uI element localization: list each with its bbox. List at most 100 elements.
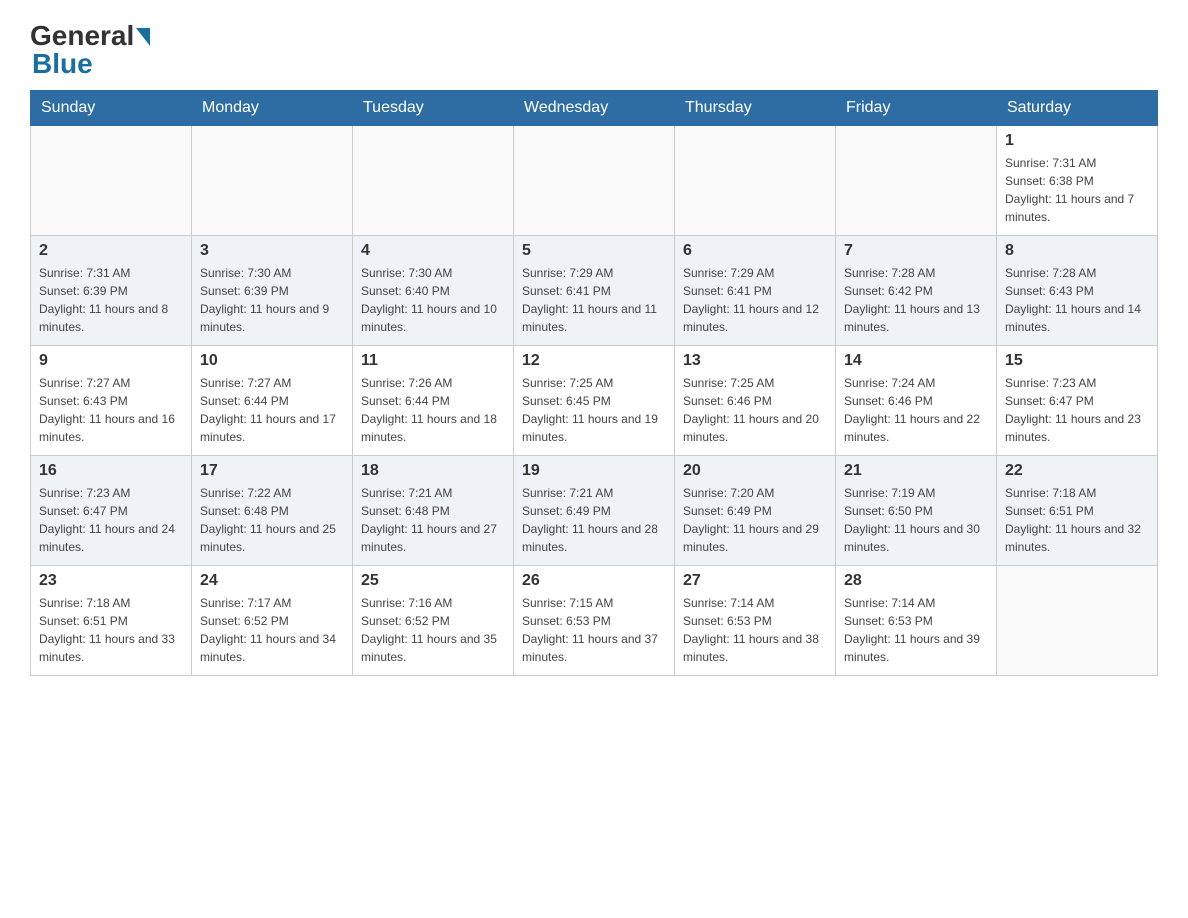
day-number: 3 (200, 242, 344, 260)
page-header: General Blue (30, 20, 1158, 80)
day-info: Sunrise: 7:18 AM Sunset: 6:51 PM Dayligh… (1005, 484, 1149, 556)
day-of-week-header: Friday (836, 91, 997, 126)
day-info: Sunrise: 7:24 AM Sunset: 6:46 PM Dayligh… (844, 374, 988, 446)
calendar-day-cell: 28 Sunrise: 7:14 AM Sunset: 6:53 PM Dayli… (836, 566, 997, 676)
day-of-week-header: Saturday (997, 91, 1158, 126)
day-info: Sunrise: 7:25 AM Sunset: 6:46 PM Dayligh… (683, 374, 827, 446)
calendar-day-cell: 20 Sunrise: 7:20 AM Sunset: 6:49 PM Dayli… (675, 456, 836, 566)
calendar-day-cell: 22 Sunrise: 7:18 AM Sunset: 6:51 PM Dayli… (997, 456, 1158, 566)
day-of-week-header: Tuesday (353, 91, 514, 126)
calendar-day-cell: 16 Sunrise: 7:23 AM Sunset: 6:47 PM Dayli… (31, 456, 192, 566)
calendar-day-cell: 27 Sunrise: 7:14 AM Sunset: 6:53 PM Dayli… (675, 566, 836, 676)
calendar-day-cell: 13 Sunrise: 7:25 AM Sunset: 6:46 PM Dayli… (675, 346, 836, 456)
day-info: Sunrise: 7:28 AM Sunset: 6:42 PM Dayligh… (844, 264, 988, 336)
day-number: 22 (1005, 462, 1149, 480)
day-of-week-header: Thursday (675, 91, 836, 126)
day-number: 7 (844, 242, 988, 260)
day-info: Sunrise: 7:25 AM Sunset: 6:45 PM Dayligh… (522, 374, 666, 446)
calendar-day-cell: 15 Sunrise: 7:23 AM Sunset: 6:47 PM Dayli… (997, 346, 1158, 456)
day-number: 8 (1005, 242, 1149, 260)
calendar-day-cell: 25Sunrise: 7:16 AM Sunset: 6:52 PM Dayli… (353, 566, 514, 676)
calendar-day-cell: 10 Sunrise: 7:27 AM Sunset: 6:44 PM Dayli… (192, 346, 353, 456)
calendar-day-cell: 6 Sunrise: 7:29 AM Sunset: 6:41 PM Daylig… (675, 236, 836, 346)
day-number: 6 (683, 242, 827, 260)
logo-blue-text: Blue (32, 48, 93, 80)
calendar-table: SundayMondayTuesdayWednesdayThursdayFrid… (30, 90, 1158, 676)
day-number: 16 (39, 462, 183, 480)
day-number: 9 (39, 352, 183, 370)
day-number: 14 (844, 352, 988, 370)
calendar-header-row: SundayMondayTuesdayWednesdayThursdayFrid… (31, 91, 1158, 126)
calendar-day-cell (675, 126, 836, 236)
day-number: 23 (39, 572, 183, 590)
day-number: 11 (361, 352, 505, 370)
day-info: Sunrise: 7:28 AM Sunset: 6:43 PM Dayligh… (1005, 264, 1149, 336)
calendar-day-cell: 24Sunrise: 7:17 AM Sunset: 6:52 PM Dayli… (192, 566, 353, 676)
day-number: 4 (361, 242, 505, 260)
day-number: 15 (1005, 352, 1149, 370)
day-number: 24 (200, 572, 344, 590)
day-number: 17 (200, 462, 344, 480)
day-number: 1 (1005, 132, 1149, 150)
day-info: Sunrise: 7:27 AM Sunset: 6:44 PM Dayligh… (200, 374, 344, 446)
day-info: Sunrise: 7:30 AM Sunset: 6:40 PM Dayligh… (361, 264, 505, 336)
calendar-day-cell: 14 Sunrise: 7:24 AM Sunset: 6:46 PM Dayli… (836, 346, 997, 456)
day-info: Sunrise: 7:19 AM Sunset: 6:50 PM Dayligh… (844, 484, 988, 556)
day-number: 25 (361, 572, 505, 590)
day-info: Sunrise: 7:26 AM Sunset: 6:44 PM Dayligh… (361, 374, 505, 446)
day-info: Sunrise: 7:18 AM Sunset: 6:51 PM Dayligh… (39, 594, 183, 666)
day-number: 2 (39, 242, 183, 260)
day-number: 21 (844, 462, 988, 480)
day-number: 5 (522, 242, 666, 260)
calendar-day-cell: 5 Sunrise: 7:29 AM Sunset: 6:41 PM Daylig… (514, 236, 675, 346)
calendar-day-cell: 9 Sunrise: 7:27 AM Sunset: 6:43 PM Daylig… (31, 346, 192, 456)
calendar-day-cell (31, 126, 192, 236)
day-of-week-header: Wednesday (514, 91, 675, 126)
day-number: 20 (683, 462, 827, 480)
day-of-week-header: Sunday (31, 91, 192, 126)
day-info: Sunrise: 7:29 AM Sunset: 6:41 PM Dayligh… (522, 264, 666, 336)
day-number: 19 (522, 462, 666, 480)
calendar-day-cell: 12 Sunrise: 7:25 AM Sunset: 6:45 PM Dayli… (514, 346, 675, 456)
calendar-day-cell: 1Sunrise: 7:31 AM Sunset: 6:38 PM Daylig… (997, 126, 1158, 236)
logo: General Blue (30, 20, 150, 80)
day-info: Sunrise: 7:23 AM Sunset: 6:47 PM Dayligh… (1005, 374, 1149, 446)
calendar-day-cell (353, 126, 514, 236)
day-number: 28 (844, 572, 988, 590)
day-info: Sunrise: 7:15 AM Sunset: 6:53 PM Dayligh… (522, 594, 666, 666)
day-number: 10 (200, 352, 344, 370)
calendar-week-row: 23 Sunrise: 7:18 AM Sunset: 6:51 PM Dayli… (31, 566, 1158, 676)
day-info: Sunrise: 7:31 AM Sunset: 6:39 PM Dayligh… (39, 264, 183, 336)
day-info: Sunrise: 7:23 AM Sunset: 6:47 PM Dayligh… (39, 484, 183, 556)
day-info: Sunrise: 7:21 AM Sunset: 6:49 PM Dayligh… (522, 484, 666, 556)
calendar-week-row: 9 Sunrise: 7:27 AM Sunset: 6:43 PM Daylig… (31, 346, 1158, 456)
calendar-day-cell (514, 126, 675, 236)
calendar-week-row: 2 Sunrise: 7:31 AM Sunset: 6:39 PM Daylig… (31, 236, 1158, 346)
day-number: 12 (522, 352, 666, 370)
day-info: Sunrise: 7:30 AM Sunset: 6:39 PM Dayligh… (200, 264, 344, 336)
day-of-week-header: Monday (192, 91, 353, 126)
calendar-day-cell: 8 Sunrise: 7:28 AM Sunset: 6:43 PM Daylig… (997, 236, 1158, 346)
calendar-week-row: 1Sunrise: 7:31 AM Sunset: 6:38 PM Daylig… (31, 126, 1158, 236)
calendar-day-cell: 3 Sunrise: 7:30 AM Sunset: 6:39 PM Daylig… (192, 236, 353, 346)
calendar-day-cell: 7 Sunrise: 7:28 AM Sunset: 6:42 PM Daylig… (836, 236, 997, 346)
day-number: 26 (522, 572, 666, 590)
calendar-week-row: 16 Sunrise: 7:23 AM Sunset: 6:47 PM Dayli… (31, 456, 1158, 566)
day-info: Sunrise: 7:27 AM Sunset: 6:43 PM Dayligh… (39, 374, 183, 446)
logo-arrow-icon (136, 28, 150, 46)
calendar-day-cell: 18 Sunrise: 7:21 AM Sunset: 6:48 PM Dayli… (353, 456, 514, 566)
calendar-day-cell: 19 Sunrise: 7:21 AM Sunset: 6:49 PM Dayli… (514, 456, 675, 566)
day-info: Sunrise: 7:22 AM Sunset: 6:48 PM Dayligh… (200, 484, 344, 556)
day-info: Sunrise: 7:14 AM Sunset: 6:53 PM Dayligh… (844, 594, 988, 666)
calendar-day-cell: 2 Sunrise: 7:31 AM Sunset: 6:39 PM Daylig… (31, 236, 192, 346)
day-number: 13 (683, 352, 827, 370)
calendar-day-cell: 11 Sunrise: 7:26 AM Sunset: 6:44 PM Dayli… (353, 346, 514, 456)
day-number: 18 (361, 462, 505, 480)
day-info: Sunrise: 7:29 AM Sunset: 6:41 PM Dayligh… (683, 264, 827, 336)
day-info: Sunrise: 7:21 AM Sunset: 6:48 PM Dayligh… (361, 484, 505, 556)
calendar-day-cell: 17 Sunrise: 7:22 AM Sunset: 6:48 PM Dayli… (192, 456, 353, 566)
calendar-day-cell: 26 Sunrise: 7:15 AM Sunset: 6:53 PM Dayli… (514, 566, 675, 676)
day-info: Sunrise: 7:20 AM Sunset: 6:49 PM Dayligh… (683, 484, 827, 556)
day-info: Sunrise: 7:14 AM Sunset: 6:53 PM Dayligh… (683, 594, 827, 666)
day-number: 27 (683, 572, 827, 590)
